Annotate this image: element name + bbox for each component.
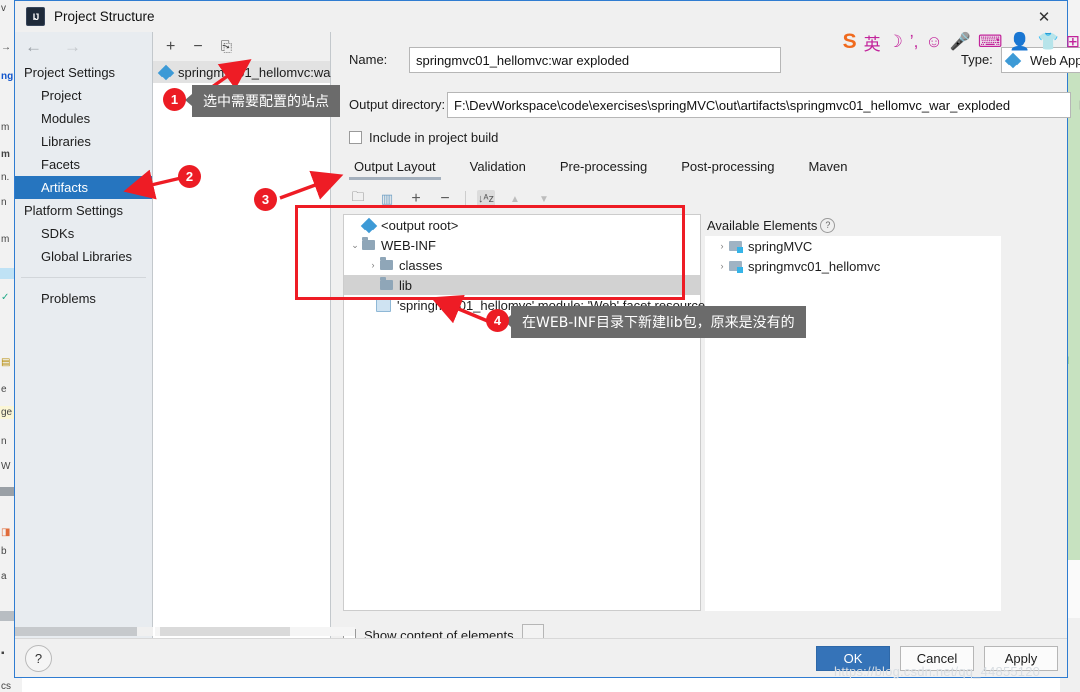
module-folder-icon <box>729 261 743 273</box>
tab-validation[interactable]: Validation <box>465 157 531 176</box>
nav-back-icon[interactable]: ← <box>25 37 42 57</box>
sidebar-horizontal-scrollbar[interactable] <box>15 627 153 636</box>
tree-twisty-collapsed-icon[interactable]: › <box>715 241 729 251</box>
output-directory-input[interactable]: F:\DevWorkspace\code\exercises\springMVC… <box>447 92 1071 118</box>
ime-language-icon[interactable]: 英 <box>864 30 881 55</box>
settings-sidebar: ← → Project Settings Project Modules Lib… <box>15 32 153 639</box>
sidebar-group-project-settings: Project Settings <box>24 65 116 80</box>
ime-moon-icon[interactable]: ☽ <box>888 32 903 52</box>
sidebar-item-project[interactable]: Project <box>15 84 152 107</box>
sidebar-item-facets[interactable]: Facets <box>15 153 152 176</box>
artifact-list-panel: + − ⎘ springmvc01_hellomvc:war <box>153 32 335 639</box>
ime-keyboard-icon[interactable]: ⌨ <box>978 32 1003 52</box>
tree-horizontal-scrollbar[interactable] <box>155 627 355 636</box>
available-item-springmvc01-hellomvc[interactable]: › springmvc01_hellomvc <box>705 256 1001 276</box>
include-in-build-row[interactable]: Include in project build <box>349 130 498 145</box>
ime-skin-icon[interactable]: 👕 <box>1038 32 1059 52</box>
web-facet-icon <box>376 298 391 312</box>
annotation-marker-4: 4 <box>486 309 509 332</box>
detail-tabs: Output Layout Validation Pre-processing … <box>349 157 1080 183</box>
sidebar-navigation: ← → <box>15 32 152 61</box>
output-directory-row: Output directory: F:\DevWorkspace\code\e… <box>349 92 1080 120</box>
annotation-marker-2: 2 <box>178 165 201 188</box>
remove-artifact-icon[interactable]: − <box>193 38 202 56</box>
sidebar-divider <box>21 277 146 278</box>
watermark-text: https://blog.csdn.net/qq_44855120 <box>834 664 1041 679</box>
sidebar-item-sdks[interactable]: SDKs <box>15 222 152 245</box>
copy-artifact-icon[interactable]: ⎘ <box>221 38 232 55</box>
include-in-build-label: Include in project build <box>369 130 499 145</box>
help-button[interactable]: ? <box>25 645 52 672</box>
help-icon[interactable]: ? <box>820 217 836 233</box>
tab-maven[interactable]: Maven <box>803 157 852 176</box>
annotation-marker-1: 1 <box>163 88 186 111</box>
nav-forward-icon[interactable]: → <box>64 37 81 57</box>
ime-voice-icon[interactable]: 🎤 <box>950 32 971 52</box>
artifact-list-item-label: springmvc01_hellomvc:war <box>178 64 335 80</box>
ime-toolbar: S 英 ☽ ʼ, ☺ 🎤 ⌨ 👤 👕 ⊞ <box>843 28 1080 56</box>
highlight-rectangle <box>295 205 685 300</box>
sidebar-item-modules[interactable]: Modules <box>15 107 152 130</box>
available-item-springmvc[interactable]: › springMVC <box>705 236 1001 256</box>
artifact-name-input[interactable]: springmvc01_hellomvc:war exploded <box>409 47 781 73</box>
sidebar-item-global-libraries[interactable]: Global Libraries <box>15 245 152 268</box>
name-label: Name: <box>349 52 388 67</box>
scrollbar-thumb[interactable] <box>160 627 290 636</box>
tab-output-layout[interactable]: Output Layout <box>349 157 441 180</box>
available-elements-header: Available Elements ? <box>705 214 1001 236</box>
artifact-list-toolbar: + − ⎘ <box>153 32 330 61</box>
ime-account-icon[interactable]: 👤 <box>1009 32 1030 52</box>
tree-twisty-collapsed-icon[interactable]: › <box>715 261 729 271</box>
sogou-logo-icon[interactable]: S <box>843 30 857 54</box>
available-item-label: springMVC <box>748 238 813 254</box>
ime-menu-icon[interactable]: ⊞ <box>1066 32 1080 52</box>
scrollbar-thumb[interactable] <box>15 627 137 636</box>
sidebar-item-problems[interactable]: Problems <box>15 287 152 310</box>
annotation-marker-3: 3 <box>254 188 277 211</box>
available-elements-panel: Available Elements ? › springMVC › sprin… <box>705 214 1001 611</box>
ime-punctuation-icon[interactable]: ʼ, <box>910 32 919 52</box>
sidebar-group-platform-settings: Platform Settings <box>24 203 123 218</box>
artifact-list-item[interactable]: springmvc01_hellomvc:war <box>153 61 335 83</box>
annotation-tooltip-4: 在WEB-INF目录下新建lib包，原来是没有的 <box>504 306 806 338</box>
ime-emoji-icon[interactable]: ☺ <box>925 32 942 52</box>
module-folder-icon <box>729 241 743 253</box>
tab-post-processing[interactable]: Post-processing <box>676 157 779 176</box>
sidebar-item-artifacts[interactable]: Artifacts <box>15 176 152 199</box>
include-in-build-checkbox[interactable] <box>349 131 362 144</box>
sidebar-item-libraries[interactable]: Libraries <box>15 130 152 153</box>
available-elements-title: Available Elements <box>707 217 818 233</box>
output-directory-label: Output directory: <box>349 97 446 112</box>
available-item-label: springmvc01_hellomvc <box>748 258 881 274</box>
artifact-icon <box>157 64 175 80</box>
intellij-idea-icon: IJ <box>26 7 45 26</box>
add-artifact-icon[interactable]: + <box>166 38 175 56</box>
annotation-tooltip-1: 选中需要配置的站点 <box>185 85 340 117</box>
tab-pre-processing[interactable]: Pre-processing <box>555 157 652 176</box>
dialog-title: Project Structure <box>54 9 155 24</box>
